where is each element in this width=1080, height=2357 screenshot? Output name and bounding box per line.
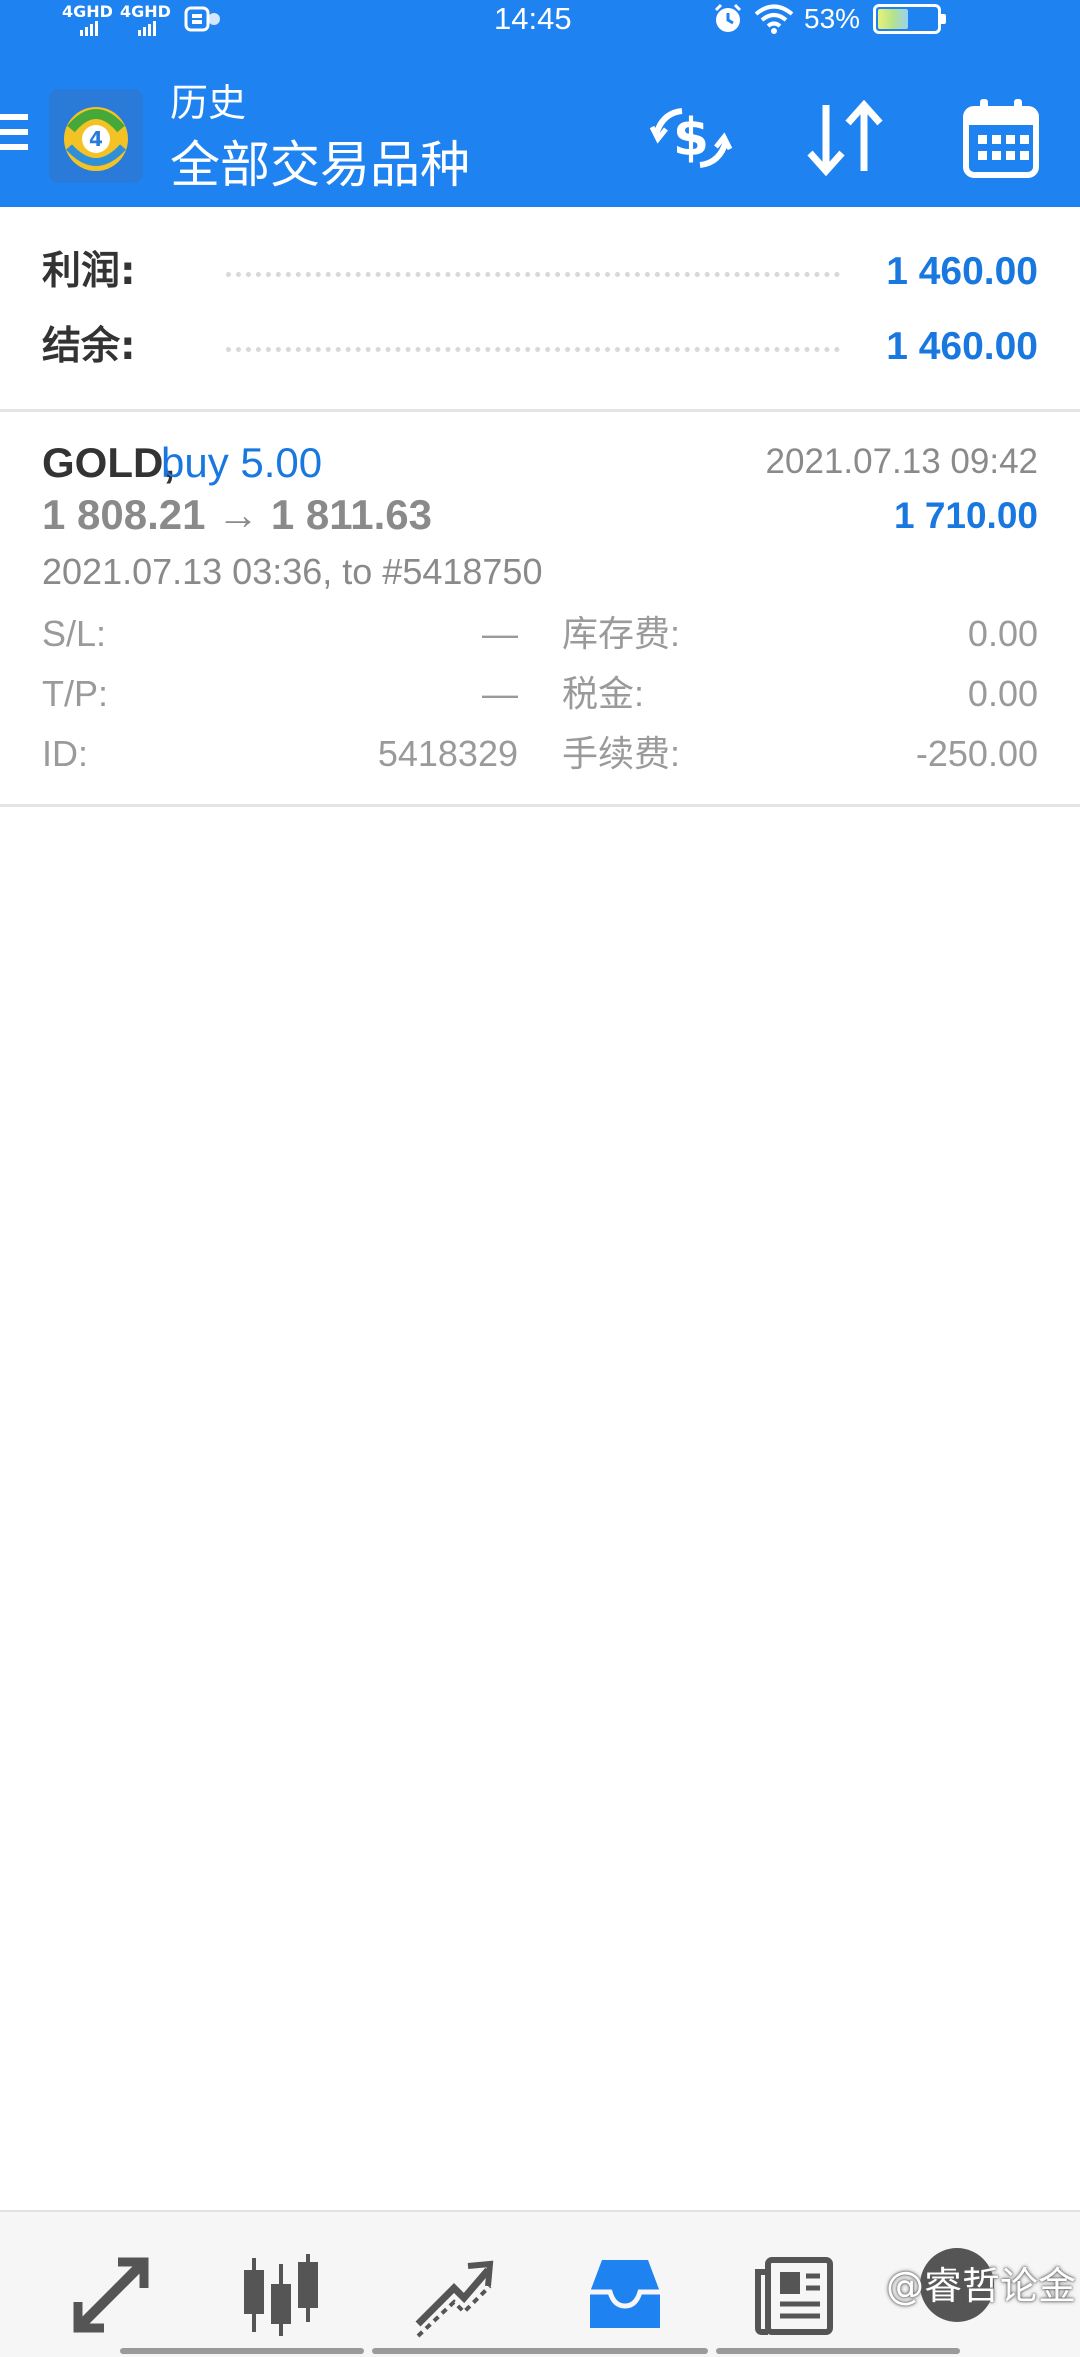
watermark: @睿哲论金 <box>885 2264 1076 2308</box>
trade-open-info: 2021.07.13 03:36, to #5418750 <box>42 551 543 592</box>
trade-side: buy 5.00 <box>161 439 323 486</box>
page-title: 历史 <box>170 81 247 125</box>
divider <box>0 804 1080 807</box>
nav-indicator <box>120 2348 364 2354</box>
trade-icon[interactable] <box>410 2252 496 2338</box>
svg-text:$: $ <box>673 108 709 168</box>
clock: 14:45 <box>494 1 572 36</box>
id-value: 5418329 <box>377 733 518 774</box>
id-label: ID: <box>42 733 89 774</box>
status-bar: 4GHD 4GHD 14:45 53% <box>0 0 1080 40</box>
balance-value: 1 460.00 <box>886 325 1038 368</box>
trade-close-time: 2021.07.13 09:42 <box>765 442 1038 481</box>
news-icon[interactable] <box>752 2252 838 2338</box>
commission-label: 手续费: <box>562 733 681 774</box>
network-indicator-2: 4GHD <box>120 2 171 36</box>
dotted-leader <box>226 347 840 352</box>
nav-indicator <box>716 2348 960 2354</box>
history-icon[interactable] <box>582 2252 668 2338</box>
chart-icon[interactable] <box>238 2252 324 2338</box>
svg-text:4: 4 <box>89 127 103 151</box>
tp-label: T/P: <box>42 673 109 714</box>
sl-value: — <box>482 613 518 654</box>
dotted-leader <box>226 272 840 277</box>
tax-label: 税金: <box>562 673 645 714</box>
profit-value: 1 460.00 <box>886 250 1038 293</box>
menu-icon[interactable] <box>0 114 28 156</box>
alarm-icon <box>714 3 742 32</box>
tax-value: 0.00 <box>967 673 1038 714</box>
swap-label: 库存费: <box>562 613 681 654</box>
sl-label: S/L: <box>42 613 107 654</box>
profit-label: 利润: <box>42 249 136 294</box>
symbol-filter[interactable]: 全部交易品种 <box>170 134 470 196</box>
wifi-icon <box>754 4 794 34</box>
divider <box>0 409 1080 412</box>
tp-value: — <box>482 673 518 714</box>
list-item[interactable]: GOLD, buy 5.00 1 808.21 → 1 811.63 2021.… <box>0 414 1080 804</box>
notification-icon <box>184 6 220 32</box>
battery-icon <box>873 4 946 34</box>
summary-profit-row: 利润: 1 460.00 <box>42 242 1038 302</box>
balance-label: 结余: <box>42 324 136 369</box>
swap-value: 0.00 <box>967 613 1038 654</box>
trade-profit: 1 710.00 <box>893 495 1038 536</box>
battery-percent: 53% <box>804 3 861 34</box>
app-header: 4GHD 4GHD 14:45 53% 4 历史 全部交易品种 $ <box>0 0 1080 207</box>
trade-prices: 1 808.21 → 1 811.63 <box>42 491 432 538</box>
trade-symbol: GOLD, <box>42 439 175 486</box>
commission-value: -250.00 <box>915 733 1038 774</box>
nav-indicator <box>372 2348 708 2354</box>
network-indicator-1: 4GHD <box>62 2 113 36</box>
quotes-icon[interactable] <box>68 2252 154 2338</box>
app-logo: 4 <box>49 89 143 183</box>
balance-operations-icon[interactable]: $ <box>648 95 734 181</box>
calendar-icon[interactable] <box>958 95 1044 181</box>
summary-balance-row: 结余: 1 460.00 <box>42 317 1038 377</box>
sort-icon[interactable] <box>802 95 888 181</box>
